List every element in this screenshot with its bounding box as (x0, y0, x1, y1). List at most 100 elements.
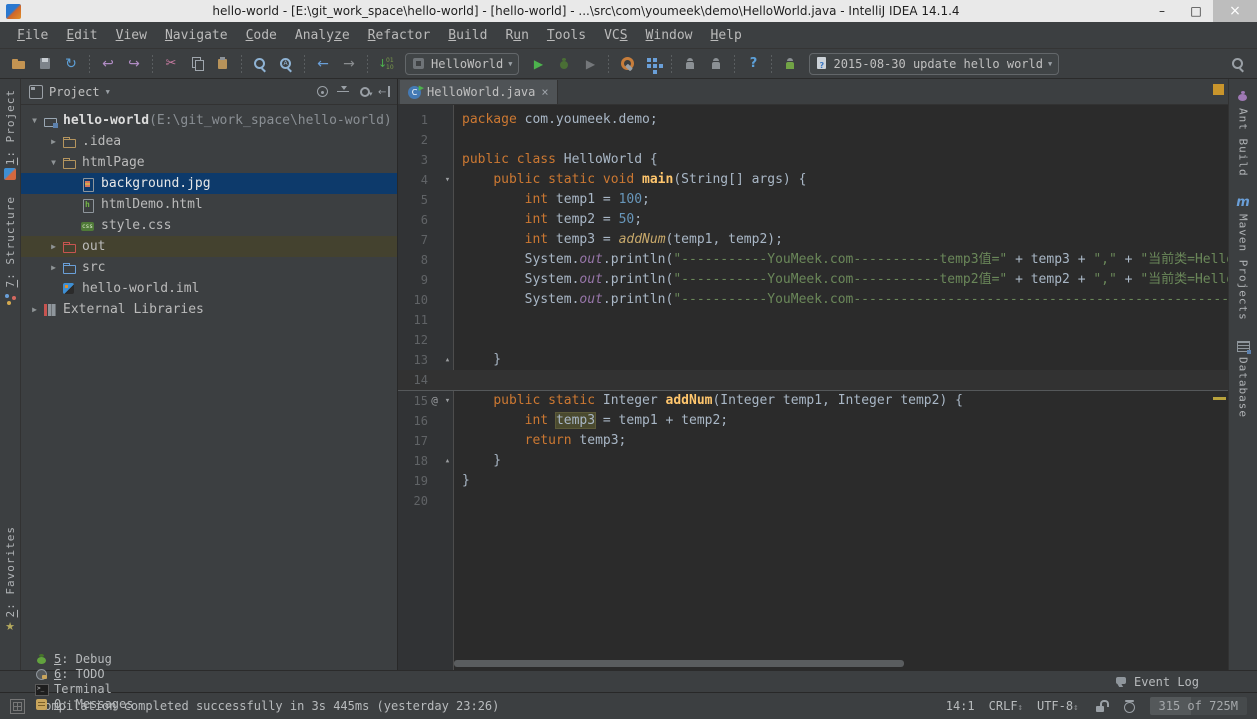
tool-button-7-structure[interactable]: 7: Structure (2, 196, 18, 306)
tool-button-ant-build[interactable]: Ant Build (1235, 89, 1251, 177)
tree-item-htmlpage[interactable]: ▼htmlPage (21, 152, 397, 173)
code-line[interactable]: 9 System.out.println("-----------YouMeek… (398, 270, 1228, 290)
tree-collapsed-icon[interactable]: ▶ (27, 305, 42, 314)
line-ending-selector[interactable]: CRLF↕ (989, 699, 1023, 713)
debug-button[interactable] (551, 52, 577, 76)
project-structure-button[interactable] (640, 52, 666, 76)
code-line[interactable]: 6 int temp2 = 50; (398, 210, 1228, 230)
tree-item-out[interactable]: ▶out (21, 236, 397, 257)
vcs-message-combo[interactable]: 2015-08-30 update hello world▼ (809, 53, 1059, 75)
settings-button[interactable] (614, 52, 640, 76)
paste-button[interactable] (210, 52, 236, 76)
error-stripe-mark[interactable] (1213, 397, 1226, 400)
cut-button[interactable]: ✂ (158, 52, 184, 76)
hide-panel-icon[interactable] (378, 84, 393, 99)
run-configuration-combo[interactable]: HelloWorld▼ (405, 53, 519, 75)
memory-indicator[interactable]: 315 of 725M (1150, 697, 1247, 715)
tree-item-external-libraries[interactable]: ▶External Libraries (21, 299, 397, 320)
code-line[interactable]: 13▴ } (398, 350, 1228, 370)
code-line[interactable]: 18▴ } (398, 451, 1228, 471)
menu-item-help[interactable]: Help (702, 28, 751, 43)
copy-button[interactable] (184, 52, 210, 76)
tool-button-1-project[interactable]: 1: Project (4, 89, 17, 180)
redo-button[interactable]: ↪ (121, 52, 147, 76)
menu-item-analyze[interactable]: Analyze (286, 28, 359, 43)
tool-button-database[interactable]: Database (1235, 338, 1251, 418)
android-avd-button[interactable] (777, 52, 803, 76)
code-line[interactable]: 14 (398, 370, 1228, 391)
tool-button-event-log[interactable]: Event Log (1114, 674, 1199, 689)
code-line[interactable]: 10 System.out.println("-----------YouMee… (398, 290, 1228, 310)
tree-expanded-icon[interactable]: ▼ (46, 158, 61, 167)
menu-item-file[interactable]: File (8, 28, 57, 43)
replace-button[interactable] (273, 52, 299, 76)
tree-item-hello-world[interactable]: ▼hello-world (E:\git_work_space\hello-wo… (21, 110, 397, 131)
fold-open-icon[interactable]: ▾ (441, 391, 454, 411)
menu-item-tools[interactable]: Tools (538, 28, 595, 43)
encoding-selector[interactable]: UTF-8↕ (1037, 699, 1079, 713)
tab-helloworld-java[interactable]: C HelloWorld.java × (400, 80, 558, 104)
menu-item-navigate[interactable]: Navigate (156, 28, 237, 43)
tool-button-5-debug[interactable]: 5: Debug (34, 652, 133, 667)
tree-item-htmldemo-html[interactable]: htmlDemo.html (21, 194, 397, 215)
project-view-selector[interactable]: Project ▼ (49, 85, 110, 99)
menu-item-run[interactable]: Run (496, 28, 537, 43)
tree-item-idea[interactable]: ▶.idea (21, 131, 397, 152)
caret-position[interactable]: 14:1 (946, 699, 975, 713)
toolwindow-switcher-icon[interactable] (10, 699, 25, 714)
hector-inspector-icon[interactable] (1122, 699, 1136, 713)
menu-item-code[interactable]: Code (237, 28, 286, 43)
forward-button[interactable]: → (336, 52, 362, 76)
tool-button-6-todo[interactable]: 6: TODO (34, 667, 133, 682)
code-line[interactable]: 12 (398, 330, 1228, 350)
code-line[interactable]: 11 (398, 310, 1228, 330)
menu-item-vcs[interactable]: VCS (595, 28, 636, 43)
tool-button-terminal[interactable]: Terminal (34, 682, 133, 697)
menu-item-build[interactable]: Build (439, 28, 496, 43)
code-line[interactable]: 1package com.youmeek.demo; (398, 110, 1228, 130)
tree-expanded-icon[interactable]: ▼ (27, 116, 42, 125)
maximize-button[interactable]: □ (1179, 0, 1213, 22)
tool-button-maven-projects[interactable]: mMaven Projects (1235, 195, 1251, 321)
code-line[interactable]: 16 int temp3 = temp1 + temp2; (398, 411, 1228, 431)
sort-lines-button[interactable] (373, 52, 399, 76)
menu-item-edit[interactable]: Edit (57, 28, 106, 43)
menu-item-window[interactable]: Window (637, 28, 702, 43)
close-tab-icon[interactable]: × (541, 85, 548, 99)
synchronize-button[interactable]: ↻ (58, 52, 84, 76)
scroll-to-source-icon[interactable] (315, 84, 330, 99)
tree-collapsed-icon[interactable]: ▶ (46, 242, 61, 251)
undo-button[interactable]: ↩ (95, 52, 121, 76)
find-button[interactable] (247, 52, 273, 76)
close-button[interactable]: × (1213, 0, 1257, 22)
settings-gear-icon[interactable] (357, 84, 372, 99)
code-line[interactable]: 15@▾ public static Integer addNum(Intege… (398, 391, 1228, 411)
coverage-button[interactable]: ▶ (577, 52, 603, 76)
search-everywhere-button[interactable] (1225, 52, 1251, 76)
horizontal-scrollbar[interactable] (454, 660, 904, 667)
save-all-button[interactable] (32, 52, 58, 76)
code-line[interactable]: 8 System.out.println("-----------YouMeek… (398, 250, 1228, 270)
minimize-button[interactable]: – (1145, 0, 1179, 22)
tree-item-background-jpg[interactable]: background.jpg (21, 173, 397, 194)
tool-button-2-favorites[interactable]: 2: Favorites★ (2, 526, 18, 636)
code-line[interactable]: 2 (398, 130, 1228, 150)
menu-item-refactor[interactable]: Refactor (359, 28, 440, 43)
help-button[interactable]: ? (740, 52, 766, 76)
code-line[interactable]: 17 return temp3; (398, 431, 1228, 451)
code-line[interactable]: 3public class HelloWorld { (398, 150, 1228, 170)
android-ddms-button[interactable] (703, 52, 729, 76)
code-line[interactable]: 7 int temp3 = addNum(temp1, temp2); (398, 230, 1228, 250)
back-button[interactable]: ← (310, 52, 336, 76)
inspection-status-icon[interactable] (1213, 84, 1224, 95)
code-line[interactable]: 5 int temp1 = 100; (398, 190, 1228, 210)
code-line[interactable]: 20 (398, 491, 1228, 511)
tree-item-src[interactable]: ▶src (21, 257, 397, 278)
code-editor-area[interactable]: 1package com.youmeek.demo;23public class… (398, 105, 1228, 670)
fold-open-icon[interactable]: ▾ (441, 170, 454, 190)
android-sdk-button[interactable] (677, 52, 703, 76)
run-button[interactable]: ▶ (525, 52, 551, 76)
collapse-all-icon[interactable] (336, 84, 351, 99)
tree-item-style-css[interactable]: style.css (21, 215, 397, 236)
code-line[interactable]: 19} (398, 471, 1228, 491)
